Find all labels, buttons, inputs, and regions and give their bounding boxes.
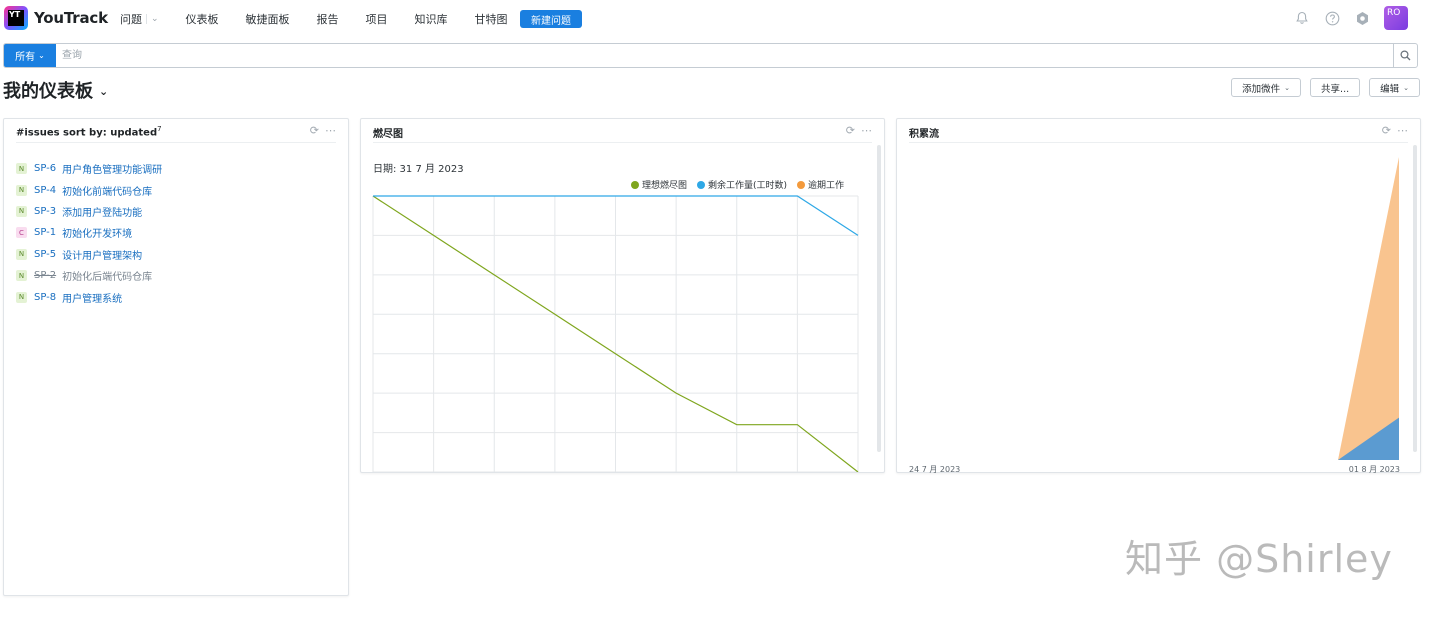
issue-row[interactable]: N SP-4 初始化前端代码仓库 bbox=[16, 179, 162, 200]
gear-icon[interactable] bbox=[1354, 10, 1370, 26]
dashboard-title-dropdown[interactable]: 我的仪表板 ⌄ bbox=[3, 77, 108, 103]
area-series-0 bbox=[1338, 157, 1399, 460]
chevron-down-icon: ⌄ bbox=[1403, 83, 1409, 92]
issue-summary-link[interactable]: 用户角色管理功能调研 bbox=[62, 161, 162, 176]
issue-type-badge: N bbox=[16, 184, 27, 196]
nav-knowledge-base[interactable]: 知识库 bbox=[415, 11, 448, 27]
issue-summary-link[interactable]: 添加用户登陆功能 bbox=[62, 204, 142, 219]
chevron-down-icon: ⌄ bbox=[99, 85, 109, 98]
issue-type-badge: N bbox=[16, 163, 27, 175]
widget-controls: ⟳ ⋯ bbox=[304, 124, 336, 137]
bell-icon[interactable] bbox=[1294, 10, 1310, 26]
new-issue-button[interactable]: 新建问题 bbox=[520, 10, 582, 28]
issue-row[interactable]: N SP-5 设计用户管理架构 bbox=[16, 244, 162, 265]
issue-summary-link[interactable]: 用户管理系统 bbox=[62, 290, 122, 305]
page-title: 我的仪表板 bbox=[3, 81, 93, 102]
nav-dashboards[interactable]: 仪表板 bbox=[186, 11, 219, 27]
chevron-down-icon: ⌄ bbox=[1284, 83, 1291, 92]
search-button[interactable] bbox=[1393, 44, 1417, 67]
issue-id-link[interactable]: SP-5 bbox=[34, 249, 56, 260]
youtrack-logo-icon: YT bbox=[4, 6, 28, 30]
share-button[interactable]: 共享... bbox=[1310, 78, 1361, 97]
issue-id-link[interactable]: SP-1 bbox=[34, 227, 56, 238]
x-axis-end-label: 01 8 月 2023 bbox=[1348, 465, 1400, 474]
cumulative-flow-widget: 积累流 ⟳ ⋯ 24 7 月 2023 01 8 月 2023 bbox=[896, 118, 1421, 474]
issue-type-badge: N bbox=[16, 291, 27, 303]
issue-summary-link[interactable]: 初始化开发环境 bbox=[62, 225, 132, 240]
x-axis-start-label: 24 7 月 2023 bbox=[909, 465, 961, 474]
dashboard-actions: 添加微件 ⌄ 共享... 编辑 ⌄ bbox=[1222, 78, 1420, 97]
nav-reports[interactable]: 报告 bbox=[317, 11, 339, 27]
refresh-icon[interactable]: ⟳ bbox=[310, 124, 319, 137]
issue-id-link[interactable]: SP-4 bbox=[34, 185, 56, 196]
nav-projects[interactable]: 项目 bbox=[366, 11, 388, 27]
issue-type-badge: N bbox=[16, 205, 27, 217]
issue-type-badge: N bbox=[16, 248, 27, 260]
burndown-chart bbox=[372, 195, 859, 472]
issue-summary-link[interactable]: 初始化前端代码仓库 bbox=[62, 183, 152, 198]
issue-type-badge: N bbox=[16, 270, 27, 282]
top-icons: RO bbox=[1280, 6, 1408, 30]
edit-button[interactable]: 编辑 ⌄ bbox=[1369, 78, 1420, 97]
app-logo[interactable]: YT YouTrack bbox=[4, 6, 108, 30]
issue-id-link[interactable]: SP-2 bbox=[34, 270, 56, 281]
search-icon bbox=[1400, 50, 1411, 61]
add-widget-button[interactable]: 添加微件 ⌄ bbox=[1231, 78, 1302, 97]
scrollbar[interactable] bbox=[1413, 145, 1417, 452]
burndown-widget: 燃尽图 ⟳ ⋯ 日期: 31 7 月 2023 理想燃尽图 剩余工作量(工时数) 逾期… bbox=[360, 118, 885, 473]
app-name: YouTrack bbox=[34, 9, 108, 27]
search-bar: 所有 ⌄ bbox=[3, 43, 1418, 68]
issue-summary-link[interactable]: 初始化后端代码仓库 bbox=[62, 268, 152, 283]
issues-widget: #issues sort by: updated7 ⟳ ⋯ N SP-6 用户角色管理… bbox=[3, 118, 349, 596]
avatar-initials: RO bbox=[1387, 8, 1401, 18]
issue-row[interactable]: N SP-2 初始化后端代码仓库 bbox=[16, 265, 162, 286]
chevron-down-icon[interactable]: ⌄ bbox=[146, 14, 159, 24]
divider bbox=[16, 142, 336, 143]
issue-summary-link[interactable]: 设计用户管理架构 bbox=[62, 247, 142, 262]
search-context-dropdown[interactable]: 所有 ⌄ bbox=[4, 44, 56, 67]
cumulative-flow-chart bbox=[1338, 157, 1399, 460]
logo-letters: YT bbox=[8, 10, 24, 26]
watermark: 知乎 @Shirley bbox=[1125, 537, 1393, 581]
user-avatar[interactable]: RO bbox=[1384, 6, 1408, 30]
issue-type-badge: C bbox=[16, 227, 27, 239]
search-input[interactable] bbox=[56, 44, 1393, 67]
issue-row[interactable]: C SP-1 初始化开发环境 bbox=[16, 222, 162, 243]
scrollbar[interactable] bbox=[877, 145, 881, 452]
issue-list: N SP-6 用户角色管理功能调研 N SP-4 初始化前端代码仓库 N SP-3 添加用户登陆… bbox=[16, 158, 162, 308]
more-icon[interactable]: ⋯ bbox=[325, 124, 336, 137]
issue-row[interactable]: N SP-3 添加用户登陆功能 bbox=[16, 201, 162, 222]
issue-row[interactable]: N SP-8 用户管理系统 bbox=[16, 286, 162, 307]
issues-widget-title: #issues sort by: updated7 bbox=[16, 125, 162, 139]
issue-id-link[interactable]: SP-6 bbox=[34, 163, 56, 174]
issue-id-link[interactable]: SP-3 bbox=[34, 206, 56, 217]
issue-row[interactable]: N SP-6 用户角色管理功能调研 bbox=[16, 158, 162, 179]
main-nav: 问题 ⌄ 仪表板 敏捷面板 报告 项目 知识库 甘特图 bbox=[120, 0, 535, 38]
nav-agile-boards[interactable]: 敏捷面板 bbox=[246, 11, 290, 27]
nav-gantt-charts[interactable]: 甘特图 bbox=[475, 11, 508, 27]
top-navigation: YT YouTrack 问题 ⌄ 仪表板 敏捷面板 报告 项目 知识库 甘特图 新… bbox=[0, 0, 1440, 38]
search-context-label: 所有 bbox=[15, 52, 36, 63]
help-icon[interactable] bbox=[1324, 10, 1340, 26]
issue-id-link[interactable]: SP-8 bbox=[34, 292, 56, 303]
chevron-down-icon: ⌄ bbox=[38, 51, 45, 60]
nav-issues[interactable]: 问题 ⌄ bbox=[120, 11, 159, 27]
